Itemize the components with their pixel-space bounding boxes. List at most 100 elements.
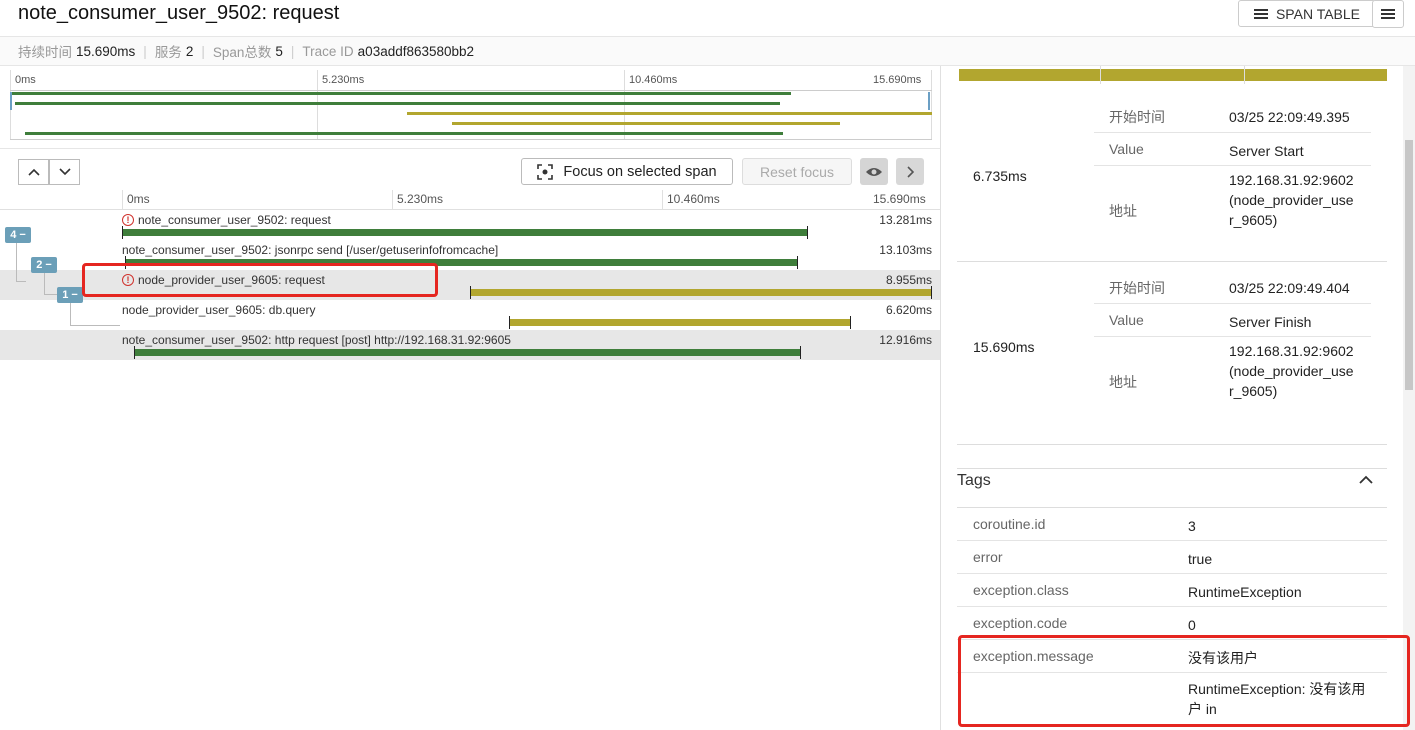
trace-id-value: a03addf863580bb2 [357, 43, 475, 59]
log-field: 开始时间 03/25 22:09:49.404 [1094, 270, 1371, 304]
services-key: 服务 [154, 45, 182, 60]
log-field: Value Server Finish [1094, 304, 1371, 337]
duration-value: 15.690ms [76, 43, 136, 59]
duration-key: 持续时间 [18, 45, 72, 60]
span-duration: 6.620ms [885, 303, 932, 317]
tag-row: coroutine.id 3 [957, 508, 1387, 541]
span-duration: 8.955ms [885, 273, 932, 287]
span-duration: 13.281ms [879, 213, 932, 227]
services-value: 2 [185, 43, 194, 59]
span-name[interactable]: note_consumer_user_9502: jsonrpc send [/… [122, 243, 498, 257]
minimap-span-bar [25, 132, 783, 135]
span-bar[interactable] [509, 316, 851, 329]
span-bar[interactable] [133, 346, 801, 359]
span-name[interactable]: ! note_consumer_user_9502: request [122, 213, 331, 227]
collapse-badge-1[interactable]: 1 − [57, 287, 83, 303]
selected-span-bar [959, 69, 1387, 81]
log-field: 地址 192.168.31.92:9602(node_provider_user… [1109, 172, 1354, 228]
reset-label: Reset focus [760, 163, 834, 180]
log-time: 6.735ms [973, 168, 1027, 184]
tag-row: error true [957, 541, 1387, 574]
focus-selected-span-button[interactable]: Focus on selected span [521, 158, 733, 185]
tag-value: 0 [1188, 617, 1196, 633]
focus-label: Focus on selected span [563, 163, 717, 180]
span-table-label: SPAN TABLE [1275, 5, 1361, 22]
spans-value: 5 [275, 43, 283, 59]
tags-header[interactable]: Tags [957, 468, 1387, 508]
chevron-right-icon [907, 165, 914, 178]
expand-panel-button[interactable] [896, 158, 924, 185]
reset-focus-button[interactable]: Reset focus [742, 158, 852, 185]
tag-key: coroutine.id [973, 516, 1046, 532]
span-name[interactable]: node_provider_user_9605: db.query [122, 303, 315, 317]
tags-title: Tags [957, 472, 991, 489]
divider: | [201, 43, 205, 59]
minimap-tick: 10.460ms [629, 74, 678, 86]
minimap-tick: 5.230ms [322, 74, 365, 86]
minimap-span-bar [14, 102, 781, 105]
scrollbar[interactable] [1403, 66, 1415, 730]
highlight-box [958, 635, 1410, 727]
highlight-box [82, 263, 438, 297]
tag-key: exception.code [973, 615, 1068, 631]
span-label: note_consumer_user_9502: request [138, 213, 331, 227]
timeline-tick: 5.230ms [397, 192, 444, 206]
span-duration: 13.103ms [879, 243, 932, 257]
collapse-badge-2[interactable]: 2 − [31, 257, 57, 273]
hamburger-icon [1381, 9, 1395, 19]
divider: | [143, 43, 147, 59]
menu-button[interactable] [1372, 0, 1404, 28]
minimap-tick: 15.690ms [873, 74, 922, 86]
trace-summary: 持续时间 15.690ms | 服务 2 | Span总数 5 | Trace … [0, 36, 1415, 66]
span-label: note_consumer_user_9502: http request [p… [122, 333, 511, 347]
timeline-tick: 10.460ms [667, 192, 720, 206]
prev-span-button[interactable] [18, 159, 49, 185]
eye-icon [866, 167, 882, 176]
tag-value: RuntimeException [1188, 584, 1302, 600]
divider: | [290, 43, 295, 59]
timeline-tick: 0ms [127, 192, 150, 206]
minimap-handle-right[interactable] [928, 92, 930, 110]
chevron-up-icon [27, 168, 40, 176]
span-name[interactable]: note_consumer_user_9502: http request [p… [122, 333, 511, 347]
tag-value: 3 [1188, 518, 1196, 534]
span-table-button[interactable]: SPAN TABLE [1238, 0, 1376, 27]
span-bar[interactable] [122, 226, 808, 239]
focus-icon [537, 163, 554, 180]
minimap-handle-left[interactable] [10, 92, 12, 110]
tag-value: true [1188, 551, 1213, 567]
error-icon: ! [122, 214, 134, 226]
list-icon [1253, 8, 1268, 19]
span-bar[interactable] [469, 286, 933, 299]
scrollbar-thumb[interactable] [1405, 140, 1413, 390]
span-row[interactable]: node_provider_user_9605: db.query 6.620ms [0, 300, 940, 330]
log-field: 开始时间 03/25 22:09:49.395 [1094, 99, 1371, 133]
spans-key: Span总数 [212, 45, 272, 60]
log-field: 地址 192.168.31.92:9602(node_provider_user… [1109, 343, 1354, 399]
page-title: note_consumer_user_9502: request [18, 2, 340, 24]
chevron-down-icon [58, 168, 71, 176]
tag-row: exception.class RuntimeException [957, 574, 1387, 607]
tag-key: exception.class [973, 582, 1069, 598]
span-row[interactable]: ! note_consumer_user_9502: request 13.281m… [0, 210, 940, 240]
toggle-visibility-button[interactable] [860, 158, 888, 185]
timeline-tick: 15.690ms [873, 192, 926, 206]
collapse-badge-4[interactable]: 4 − [5, 227, 31, 243]
next-span-button[interactable] [49, 159, 80, 185]
chevron-up-icon[interactable] [1359, 475, 1373, 484]
log-time: 15.690ms [973, 339, 1035, 355]
tag-key: error [973, 549, 1003, 565]
trace-minimap[interactable]: 0ms 5.230ms 10.460ms 15.690ms [10, 70, 932, 140]
log-field: Value Server Start [1094, 133, 1371, 166]
minimap-canvas[interactable] [10, 90, 932, 140]
minimap-span-bar [12, 92, 791, 95]
span-label: node_provider_user_9605: db.query [122, 303, 316, 317]
span-duration: 12.916ms [879, 333, 932, 347]
minimap-tick: 0ms [15, 74, 36, 86]
log-entry: 15.690ms 开始时间 03/25 22:09:49.404 Value S… [957, 265, 1387, 445]
span-row[interactable]: note_consumer_user_9502: http request [p… [0, 330, 940, 360]
span-label: note_consumer_user_9502: jsonrpc send [/… [122, 243, 499, 257]
minimap-span-bar [406, 112, 932, 115]
log-entry: 6.735ms 开始时间 03/25 22:09:49.395 Value Se… [957, 94, 1387, 262]
minimap-span-bar [451, 122, 840, 125]
